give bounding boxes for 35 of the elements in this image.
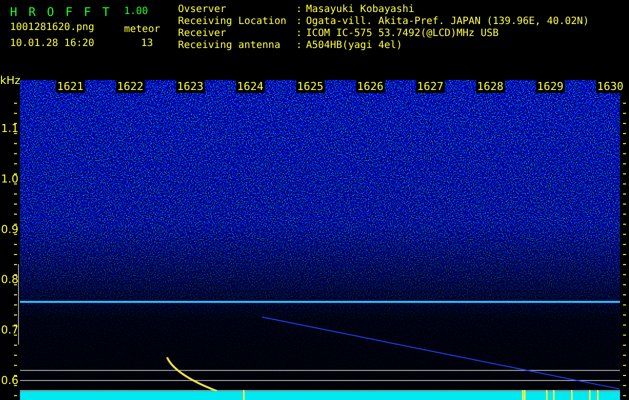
time-label: 1630 bbox=[596, 80, 625, 93]
time-label: 1623 bbox=[176, 80, 205, 93]
separator: : bbox=[296, 40, 302, 52]
separator: : bbox=[296, 16, 302, 28]
time-label: 1625 bbox=[296, 80, 325, 93]
time-label: 1627 bbox=[416, 80, 445, 93]
meteor-count: 13 bbox=[140, 38, 154, 50]
time-label: 1622 bbox=[116, 80, 145, 93]
version-label: 1.00 bbox=[124, 6, 148, 18]
frequency-label: 1.0 bbox=[1, 172, 18, 186]
station-label: Receiving Location bbox=[178, 16, 286, 28]
separator: : bbox=[296, 4, 302, 16]
frequency-label: 0.9 bbox=[1, 222, 18, 236]
station-value: ICOM IC-575 53.7492(@LCD)MHz USB bbox=[306, 28, 499, 40]
app-title: H R O F F T bbox=[10, 4, 112, 20]
station-label: Receiving antenna bbox=[178, 40, 280, 52]
time-label: 1629 bbox=[536, 80, 565, 93]
time-label: 1628 bbox=[476, 80, 505, 93]
frequency-label: 0.7 bbox=[1, 324, 18, 337]
station-label: Ovserver bbox=[178, 4, 226, 16]
station-label: Receiver bbox=[178, 28, 226, 40]
frequency-label: 0.6 bbox=[1, 374, 18, 387]
separator: : bbox=[296, 28, 302, 40]
frequency-label: 1.1 bbox=[1, 122, 18, 135]
frequency-label: 0.8 bbox=[1, 273, 18, 286]
unit-label: kHz bbox=[0, 74, 20, 87]
station-value: A504HB(yagi 4el) bbox=[306, 40, 402, 52]
time-label: 1621 bbox=[56, 80, 85, 93]
time-label: 1626 bbox=[356, 80, 385, 93]
time-label: 1624 bbox=[236, 80, 265, 93]
station-value: Ogata-vill. Akita-Pref. JAPAN (139.96E, 40.02N) bbox=[306, 16, 589, 28]
file-name: 1001281620.png bbox=[10, 22, 94, 34]
timestamp: 10.01.28 16:20 bbox=[10, 38, 94, 50]
meteor-label: meteor bbox=[124, 24, 160, 36]
station-value: Masayuki Kobayashi bbox=[306, 4, 414, 16]
